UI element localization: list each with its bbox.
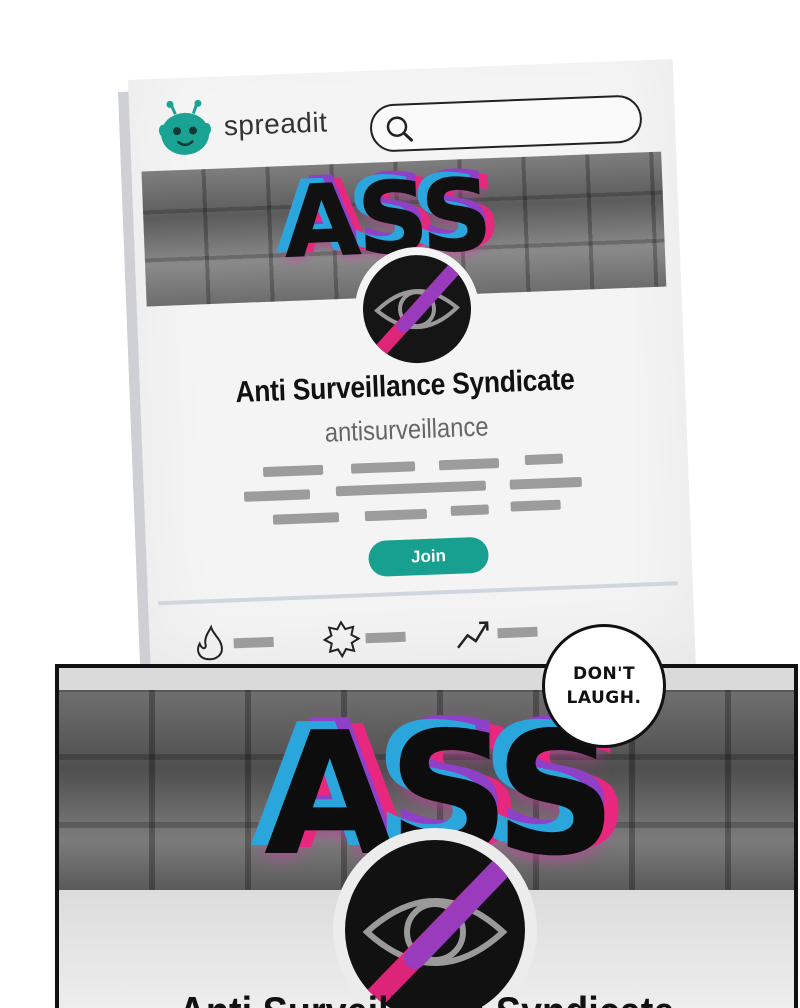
panel-community-avatar xyxy=(333,828,537,1008)
sort-tab-new[interactable] xyxy=(321,617,406,664)
join-button[interactable]: Join xyxy=(367,536,490,578)
sort-tab-top[interactable] xyxy=(453,612,538,659)
starburst-icon xyxy=(322,620,361,659)
phone-screen: spreadit ASS Anti Surveillance Syndicate… xyxy=(128,59,697,700)
trending-icon xyxy=(457,621,489,649)
community-handle: antisurveillance xyxy=(324,411,490,448)
community-description-redacted xyxy=(243,449,586,542)
crossed-eye-icon xyxy=(374,262,461,356)
zoomed-comic-panel: ASS Anti Surveillance Syndicate xyxy=(55,664,798,1008)
search-input[interactable] xyxy=(369,94,643,153)
app-header: spreadit xyxy=(128,59,676,168)
sort-tab-hot[interactable] xyxy=(189,623,274,670)
panel-top-strip xyxy=(59,668,794,690)
search-icon xyxy=(384,113,415,149)
speech-line-1: DON'T xyxy=(572,664,636,684)
community-avatar[interactable] xyxy=(352,244,482,374)
brand-name: spreadit xyxy=(223,106,328,142)
spreadit-logo-icon[interactable] xyxy=(157,99,215,164)
speech-bubble: DON'T LAUGH. xyxy=(542,624,666,748)
speech-line-2: LAUGH. xyxy=(566,688,642,708)
section-divider xyxy=(158,581,678,606)
panel-community-name: Anti Surveillance Syndicate xyxy=(96,988,758,1008)
crossed-eye-icon xyxy=(362,857,512,1008)
flame-icon xyxy=(197,624,223,661)
